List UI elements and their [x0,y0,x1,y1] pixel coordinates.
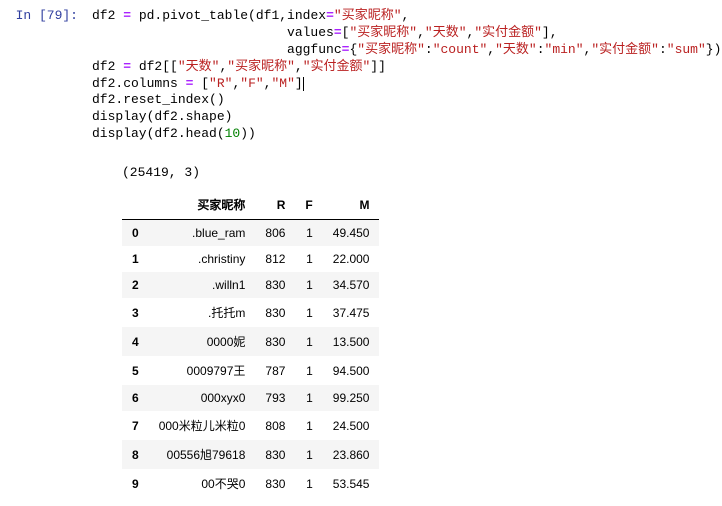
table-row: 3.托托m830137.475 [122,298,379,327]
col-f: F [295,190,322,220]
cell: 812 [255,246,295,272]
cell: 0009797王 [149,356,256,385]
output-area: (25419, 3) 买家昵称 R F M 0.blue_ram806149.4… [86,155,722,502]
col-name: 买家昵称 [149,190,256,220]
input-prompt: In [79]: [0,4,86,147]
cell: 1 [295,385,322,411]
table-header-row: 买家昵称 R F M [122,190,379,220]
cell: 1 [295,298,322,327]
row-index: 1 [122,246,149,272]
cell: 53.545 [323,469,380,498]
cell: 808 [255,411,295,440]
table-row: 40000妮830113.500 [122,327,379,356]
cell: 1 [295,356,322,385]
cell: 13.500 [323,327,380,356]
row-index: 2 [122,272,149,298]
cell: 830 [255,440,295,469]
table-row: 900不哭0830153.545 [122,469,379,498]
cell: 99.250 [323,385,380,411]
row-index: 9 [122,469,149,498]
cell: 23.860 [323,440,380,469]
cell: 37.475 [323,298,380,327]
table-row: 2.willn1830134.570 [122,272,379,298]
table-row: 50009797王787194.500 [122,356,379,385]
cell: 1 [295,327,322,356]
cell: 34.570 [323,272,380,298]
cell: 1 [295,220,322,247]
cell: 22.000 [323,246,380,272]
dataframe-table: 买家昵称 R F M 0.blue_ram806149.4501.christi… [122,190,379,498]
cell: 806 [255,220,295,247]
text-cursor [303,77,304,91]
cell: 1 [295,469,322,498]
cell: 00556旭79618 [149,440,256,469]
row-index: 3 [122,298,149,327]
cell: .christiny [149,246,256,272]
cell: 830 [255,469,295,498]
col-index [122,190,149,220]
table-row: 1.christiny812122.000 [122,246,379,272]
cell: 00不哭0 [149,469,256,498]
cell: 793 [255,385,295,411]
cell: 1 [295,272,322,298]
row-index: 8 [122,440,149,469]
cell: 1 [295,440,322,469]
cell: .blue_ram [149,220,256,247]
shape-output: (25419, 3) [122,165,716,180]
cell: 49.450 [323,220,380,247]
cell: 1 [295,246,322,272]
output-cell: (25419, 3) 买家昵称 R F M 0.blue_ram806149.4… [0,151,722,506]
cell: 830 [255,327,295,356]
row-index: 5 [122,356,149,385]
row-index: 0 [122,220,149,247]
cell: 000xyx0 [149,385,256,411]
cell: .willn1 [149,272,256,298]
output-prompt [0,155,86,502]
row-index: 6 [122,385,149,411]
col-m: M [323,190,380,220]
cell: 24.500 [323,411,380,440]
cell: 94.500 [323,356,380,385]
cell: .托托m [149,298,256,327]
table-row: 800556旭79618830123.860 [122,440,379,469]
cell: 830 [255,298,295,327]
cell: 0000妮 [149,327,256,356]
table-row: 0.blue_ram806149.450 [122,220,379,247]
cell: 787 [255,356,295,385]
col-r: R [255,190,295,220]
table-row: 6000xyx0793199.250 [122,385,379,411]
row-index: 4 [122,327,149,356]
cell: 000米粒儿米粒0 [149,411,256,440]
cell: 1 [295,411,322,440]
input-cell: In [79]: df2 = pd.pivot_table(df1,index=… [0,0,722,151]
code-content: df2 = pd.pivot_table(df1,index="买家昵称", v… [92,8,721,143]
row-index: 7 [122,411,149,440]
table-row: 7000米粒儿米粒0808124.500 [122,411,379,440]
cell: 830 [255,272,295,298]
code-editor[interactable]: df2 = pd.pivot_table(df1,index="买家昵称", v… [86,4,722,147]
